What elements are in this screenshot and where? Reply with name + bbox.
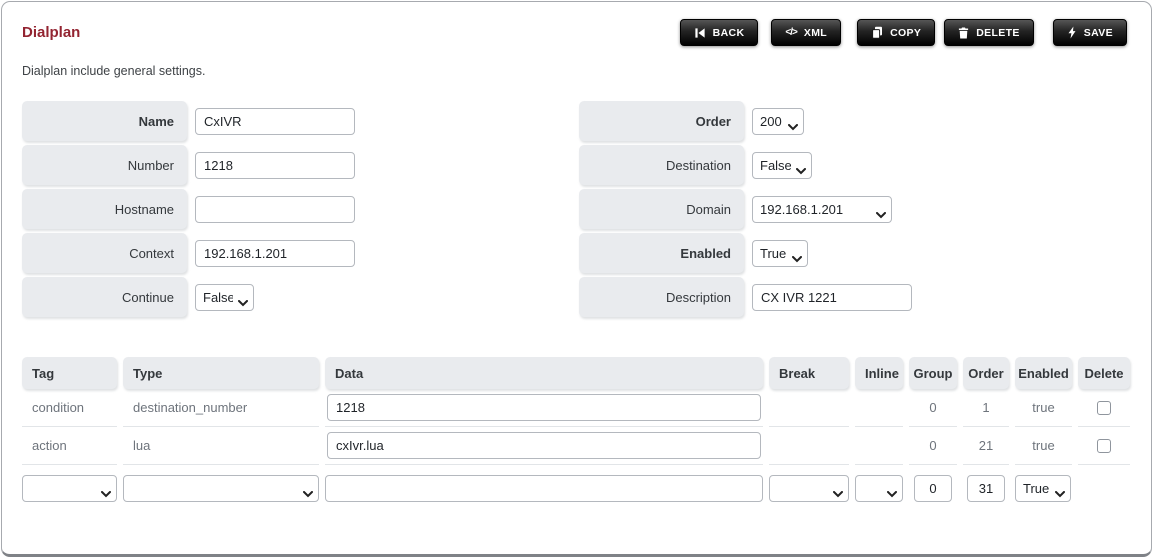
row-break xyxy=(769,389,849,427)
context-label: Context xyxy=(22,233,187,273)
back-button-label: BACK xyxy=(713,27,745,39)
continue-select[interactable]: False xyxy=(195,284,254,311)
new-tag-select[interactable] xyxy=(22,475,117,502)
hostname-input[interactable] xyxy=(195,196,355,223)
xml-button[interactable]: </> XML xyxy=(771,19,841,46)
description-input[interactable] xyxy=(752,284,912,311)
row-enabled: true xyxy=(1015,427,1072,465)
hostname-label: Hostname xyxy=(22,189,187,229)
form-row-hostname: Hostname xyxy=(22,189,579,229)
form-row-context: Context xyxy=(22,233,579,273)
col-header-break: Break xyxy=(769,357,849,389)
save-button-label: SAVE xyxy=(1084,27,1113,39)
header: Dialplan BACK </> XML COPY xyxy=(2,2,1151,46)
row-enabled: true xyxy=(1015,389,1072,427)
new-type-select[interactable] xyxy=(123,475,319,502)
col-header-group: Group xyxy=(909,357,957,389)
enabled-select[interactable]: True xyxy=(752,240,808,267)
form-left-column: Name Number Hostname Context Continue Fa… xyxy=(22,101,579,321)
context-input[interactable] xyxy=(195,240,355,267)
row-tag: condition xyxy=(22,389,117,427)
enabled-label: Enabled xyxy=(579,233,744,273)
name-input[interactable] xyxy=(195,108,355,135)
row-inline xyxy=(855,427,903,465)
dialplan-details-table: Tag Type Data Break Inline Group Order E… xyxy=(22,357,1131,505)
col-header-data: Data xyxy=(325,357,763,389)
order-select[interactable]: 200 xyxy=(752,108,804,135)
description-label: Description xyxy=(579,277,744,317)
form-row-order: Order 200 xyxy=(579,101,1130,141)
col-header-delete: Delete xyxy=(1078,357,1130,389)
new-entry-row: True xyxy=(22,471,1131,505)
destination-label: Destination xyxy=(579,145,744,185)
number-label: Number xyxy=(22,145,187,185)
delete-button[interactable]: DELETE xyxy=(944,19,1034,46)
col-header-inline: Inline xyxy=(855,357,903,389)
row-order: 1 xyxy=(963,389,1009,427)
row-group: 0 xyxy=(909,389,957,427)
row-data-input[interactable] xyxy=(327,432,761,459)
row-type: destination_number xyxy=(123,389,319,427)
row-data-input[interactable] xyxy=(327,394,761,421)
code-icon: </> xyxy=(785,27,796,38)
save-button[interactable]: SAVE xyxy=(1053,19,1127,46)
dialplan-edit-page: Dialplan BACK </> XML COPY xyxy=(1,1,1152,557)
copy-button-label: COPY xyxy=(890,27,921,39)
page-description: Dialplan include general settings. xyxy=(22,64,1151,78)
xml-button-label: XML xyxy=(804,27,827,39)
new-order-input[interactable] xyxy=(967,475,1005,502)
col-header-tag: Tag xyxy=(22,357,117,389)
back-button[interactable]: BACK xyxy=(680,19,759,46)
row-delete-checkbox[interactable] xyxy=(1097,439,1111,453)
delete-button-label: DELETE xyxy=(976,27,1020,39)
row-group: 0 xyxy=(909,427,957,465)
form-row-destination: Destination False xyxy=(579,145,1130,185)
new-break-select[interactable] xyxy=(769,475,849,502)
row-delete-checkbox[interactable] xyxy=(1097,401,1111,415)
destination-select[interactable]: False xyxy=(752,152,812,179)
new-data-input[interactable] xyxy=(325,475,763,502)
skip-back-icon xyxy=(694,27,706,39)
new-enabled-select[interactable]: True xyxy=(1015,475,1071,502)
domain-label: Domain xyxy=(579,189,744,229)
toolbar: BACK </> XML COPY DELETE xyxy=(680,19,1127,46)
new-group-input[interactable] xyxy=(914,475,952,502)
row-order: 21 xyxy=(963,427,1009,465)
number-input[interactable] xyxy=(195,152,355,179)
form-row-name: Name xyxy=(22,101,579,141)
copy-icon xyxy=(871,26,883,39)
form-right-column: Order 200 Destination False xyxy=(579,101,1130,321)
table-row: condition destination_number 0 1 true xyxy=(22,389,1131,427)
new-inline-select[interactable] xyxy=(855,475,903,502)
row-tag: action xyxy=(22,427,117,465)
copy-button[interactable]: COPY xyxy=(857,19,935,46)
form-row-description: Description xyxy=(579,277,1130,317)
form-row-enabled: Enabled True xyxy=(579,233,1130,273)
lightning-icon xyxy=(1067,26,1077,39)
table-header-row: Tag Type Data Break Inline Group Order E… xyxy=(22,357,1131,389)
col-header-order: Order xyxy=(963,357,1009,389)
form-row-continue: Continue False xyxy=(22,277,579,317)
table-row: action lua 0 21 true xyxy=(22,427,1131,465)
page-title: Dialplan xyxy=(22,19,80,41)
domain-select[interactable]: 192.168.1.201 xyxy=(752,196,892,223)
row-break xyxy=(769,427,849,465)
name-label: Name xyxy=(22,101,187,141)
general-settings-form: Name Number Hostname Context Continue Fa… xyxy=(22,101,1151,321)
row-inline xyxy=(855,389,903,427)
col-header-enabled: Enabled xyxy=(1015,357,1072,389)
order-label: Order xyxy=(579,101,744,141)
trash-icon xyxy=(958,27,969,39)
row-type: lua xyxy=(123,427,319,465)
col-header-type: Type xyxy=(123,357,319,389)
form-row-domain: Domain 192.168.1.201 xyxy=(579,189,1130,229)
new-delete-cell xyxy=(1078,471,1130,505)
form-row-number: Number xyxy=(22,145,579,185)
continue-label: Continue xyxy=(22,277,187,317)
